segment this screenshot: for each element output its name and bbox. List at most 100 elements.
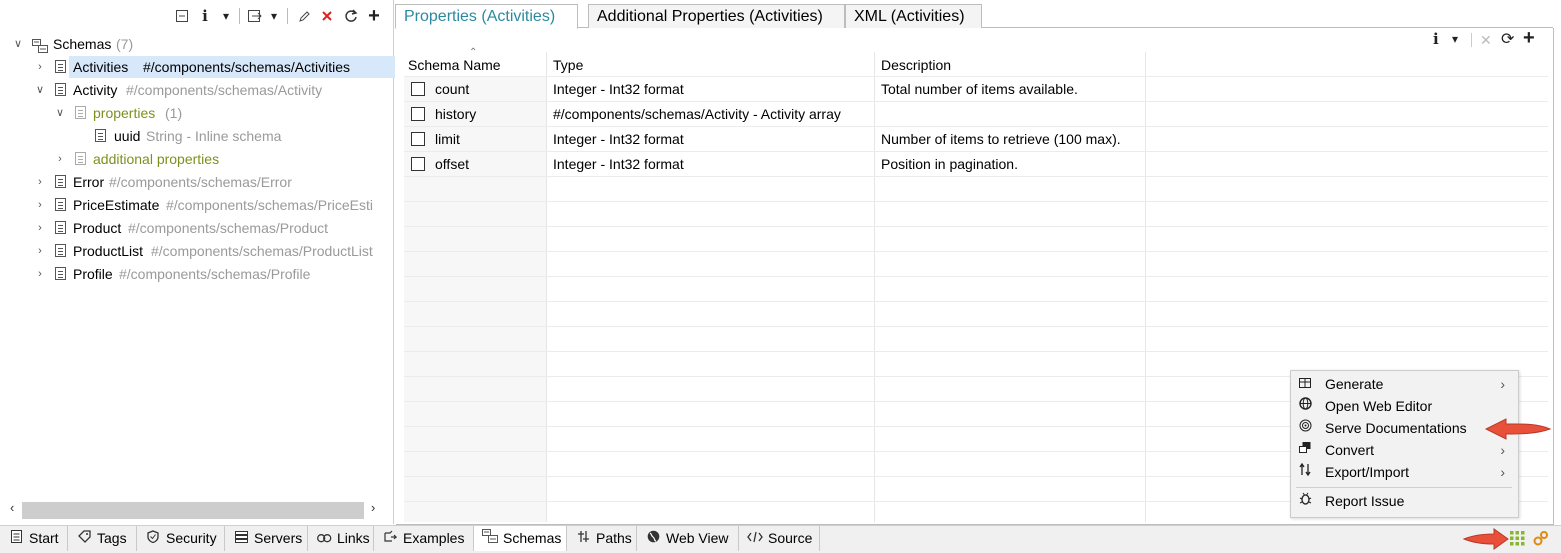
chevron-down-icon[interactable]: ∨ — [54, 102, 66, 124]
chevron-right-icon[interactable]: › — [54, 148, 66, 170]
document-icon — [8, 526, 24, 551]
bottom-tab-source[interactable]: Source — [739, 526, 820, 551]
chevron-right-icon[interactable]: › — [34, 263, 46, 285]
tree-item-ref: #/components/schemas/PriceEsti — [166, 197, 373, 213]
tree-item-activity[interactable]: ∨ Activity #/components/schemas/Activity — [32, 79, 382, 101]
bottom-tab-security[interactable]: Security — [137, 526, 225, 551]
cell-schema-name[interactable]: limit — [435, 127, 460, 151]
tree-item-uuid[interactable]: uuid String - Inline schema — [94, 125, 384, 147]
code-icon — [747, 526, 763, 551]
annotation-arrow-apps — [1462, 528, 1509, 550]
row-checkbox[interactable] — [411, 132, 425, 146]
tree-root-schemas[interactable]: ∨ Schemas (7) — [12, 33, 382, 55]
cell-description[interactable]: Position in pagination. — [881, 152, 1018, 176]
collapse-all-icon[interactable] — [174, 6, 190, 26]
shield-icon — [145, 526, 161, 551]
tree-item-error[interactable]: › Error #/components/schemas/Error — [32, 171, 384, 193]
tree-item-profile[interactable]: › Profile #/components/schemas/Profile — [32, 263, 384, 285]
refresh-icon[interactable]: ⟳ — [1501, 29, 1514, 49]
tree-item-productlist[interactable]: › ProductList #/components/schemas/Produ… — [32, 240, 386, 262]
add-button[interactable]: + — [366, 5, 382, 27]
tab-additional-properties[interactable]: Additional Properties (Activities) — [588, 4, 845, 28]
tab-xml[interactable]: XML (Activities) — [845, 4, 982, 28]
menu-item-export-import[interactable]: Export/Import › — [1290, 461, 1517, 483]
add-button[interactable]: + — [1523, 27, 1535, 50]
info-dropdown-button[interactable]: ▾ — [219, 6, 233, 26]
bottom-tab-paths[interactable]: Paths — [567, 526, 637, 551]
bottom-tab-links[interactable]: Links — [308, 526, 374, 551]
row-checkbox[interactable] — [411, 82, 425, 96]
cell-description[interactable]: Number of items to retrieve (100 max). — [881, 127, 1121, 151]
cell-schema-name[interactable]: count — [435, 77, 469, 101]
cell-type[interactable]: Integer - Int32 format — [553, 77, 684, 101]
bottom-tab-servers[interactable]: Servers — [225, 526, 308, 551]
chevron-down-icon[interactable]: ∨ — [34, 79, 46, 101]
tab-properties[interactable]: Properties (Activities) — [395, 4, 578, 29]
horizontal-scrollbar-thumb[interactable] — [22, 502, 364, 519]
menu-item-report-issue[interactable]: Report Issue — [1290, 490, 1517, 512]
bottom-tab-schemas[interactable]: Schemas — [474, 526, 567, 551]
convert-icon — [1297, 439, 1313, 461]
grid-apps-icon[interactable] — [1510, 531, 1525, 549]
cell-type[interactable]: Integer - Int32 format — [553, 127, 684, 151]
cell-schema-name[interactable]: offset — [435, 152, 469, 176]
menu-item-generate[interactable]: Generate › — [1290, 373, 1517, 395]
bottom-tab-tags[interactable]: Tags — [68, 526, 137, 551]
chevron-right-icon[interactable]: › — [34, 56, 46, 78]
column-header-type[interactable]: Type — [553, 54, 583, 76]
tree-root-count: (7) — [116, 36, 134, 52]
tree-item-name: Profile — [73, 266, 113, 282]
info-dropdown-button[interactable]: ▾ — [1452, 32, 1458, 46]
tree-item-properties[interactable]: ∨ properties (1) — [54, 102, 384, 124]
cell-type[interactable]: #/components/schemas/Activity - Activity… — [553, 102, 841, 126]
tree-item-ref: String - Inline schema — [146, 128, 282, 144]
row-divider — [404, 351, 1548, 352]
bottom-tab-web-view[interactable]: Web View — [637, 526, 739, 551]
row-checkbox[interactable] — [411, 157, 425, 171]
examples-icon — [382, 526, 398, 551]
import-icon[interactable] — [247, 6, 263, 26]
schema-doc-icon — [55, 83, 66, 96]
tree-item-name: uuid — [114, 128, 141, 144]
row-checkbox[interactable] — [411, 107, 425, 121]
scroll-left-icon[interactable]: ‹ — [10, 500, 14, 515]
tree-item-additional-properties[interactable]: › additional properties — [54, 148, 384, 170]
info-button[interactable]: i — [1433, 30, 1439, 48]
menu-item-open-web-editor[interactable]: Open Web Editor — [1290, 395, 1517, 417]
cell-schema-name[interactable]: history — [435, 102, 476, 126]
chevron-down-icon[interactable]: ∨ — [12, 33, 24, 55]
bottom-tab-examples[interactable]: Examples — [374, 526, 474, 551]
submenu-arrow-icon: › — [1500, 376, 1505, 392]
column-header-schema-name[interactable]: Schema Name — [408, 54, 501, 76]
close-icon[interactable]: ✕ — [1480, 32, 1492, 49]
delete-x-icon[interactable] — [319, 6, 335, 26]
chevron-right-icon[interactable]: › — [34, 240, 46, 262]
column-header-description[interactable]: Description — [881, 54, 951, 76]
import-dropdown-button[interactable]: ▾ — [267, 6, 281, 26]
name-column-background — [404, 77, 547, 522]
scroll-right-icon[interactable]: › — [371, 500, 375, 515]
cell-type[interactable]: Integer - Int32 format — [553, 152, 684, 176]
tree-item-product[interactable]: › Product #/components/schemas/Product — [32, 217, 384, 239]
tree-item-name: PriceEstimate — [73, 197, 160, 213]
tree-item-name: Activities — [73, 59, 129, 75]
chevron-right-icon[interactable]: › — [34, 171, 46, 193]
pencil-icon[interactable] — [296, 6, 312, 26]
menu-item-serve-documentations[interactable]: Serve Documentations — [1290, 417, 1517, 439]
schema-doc-icon — [55, 60, 66, 73]
tree-item-name: Product — [73, 220, 122, 236]
info-button[interactable]: i — [200, 6, 210, 26]
tree-item-priceestimate[interactable]: › PriceEstimate #/components/schemas/Pri… — [32, 194, 386, 216]
server-icon — [233, 526, 249, 551]
schema-doc-icon — [55, 267, 66, 280]
schema-doc-icon — [95, 129, 106, 142]
annotation-arrow-serve — [1484, 418, 1552, 440]
chevron-right-icon[interactable]: › — [34, 217, 46, 239]
menu-item-convert[interactable]: Convert › — [1290, 439, 1517, 461]
chevron-right-icon[interactable]: › — [34, 194, 46, 216]
tree-item-activities[interactable]: › Activities #/components/schemas/Activi… — [32, 56, 395, 78]
bottom-tab-start[interactable]: Start — [0, 526, 68, 551]
cell-description[interactable]: Total number of items available. — [881, 77, 1078, 101]
gears-icon[interactable] — [1533, 530, 1549, 549]
refresh-icon[interactable] — [343, 6, 359, 26]
